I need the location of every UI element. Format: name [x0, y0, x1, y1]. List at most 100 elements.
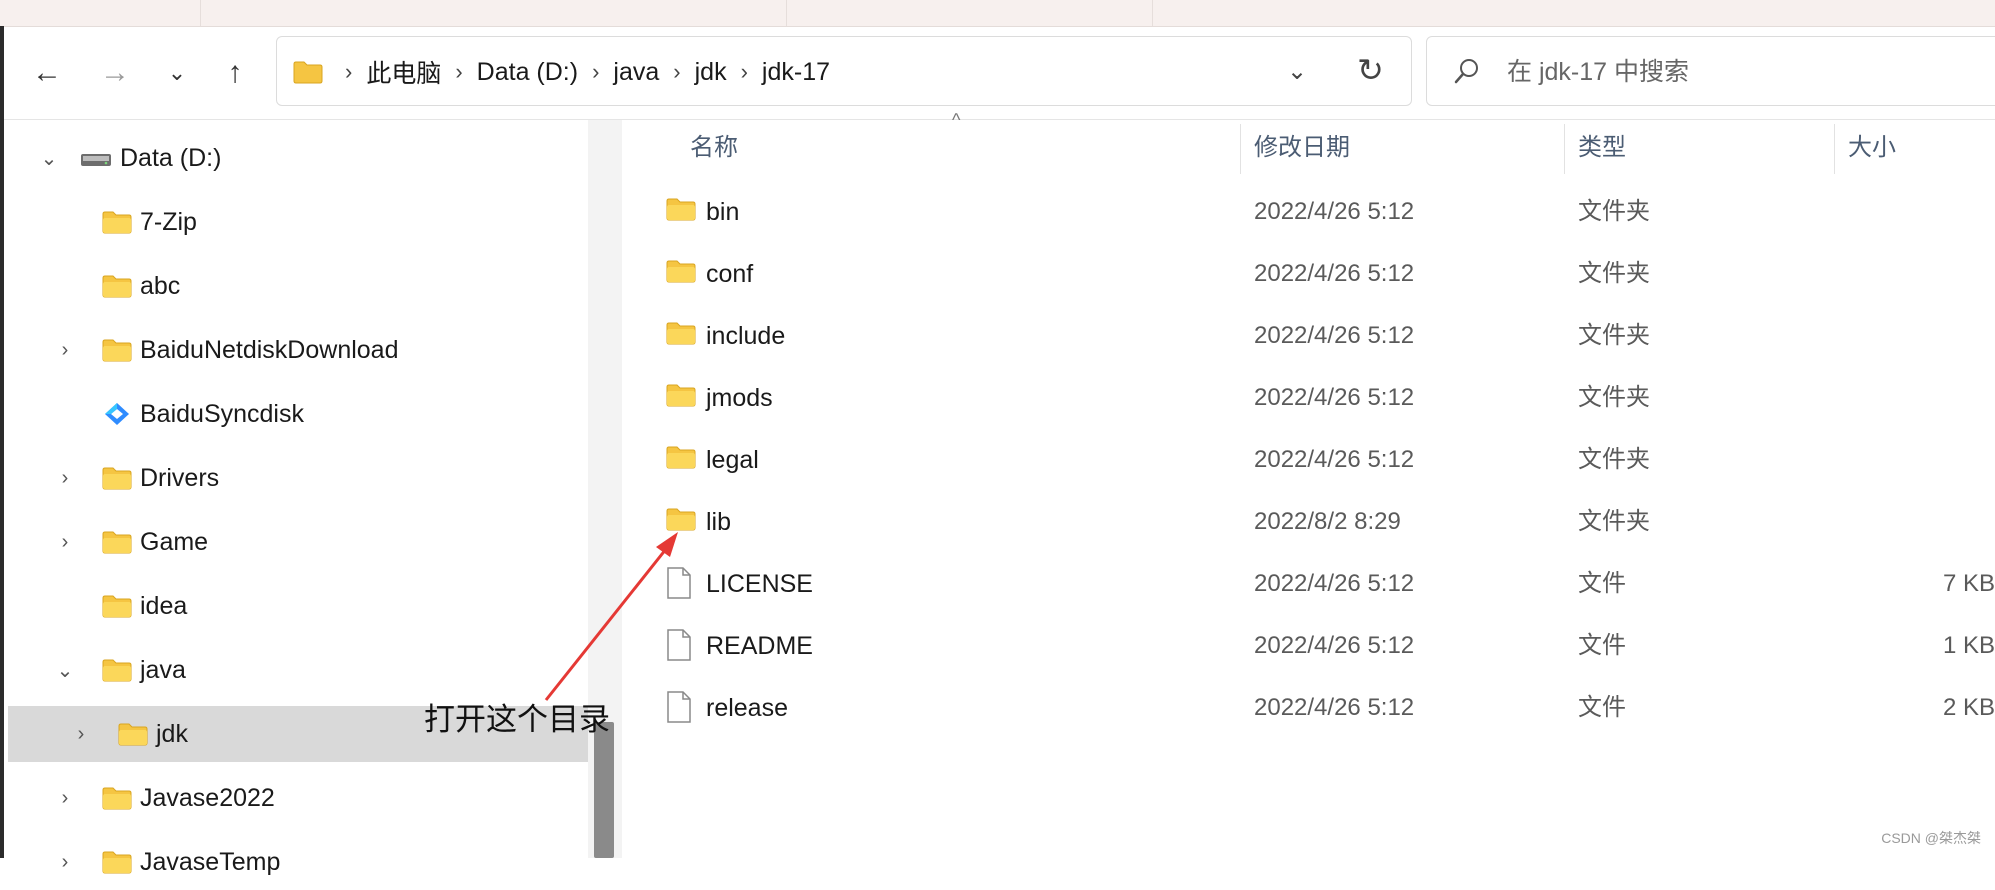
tree-item-7-zip[interactable]: 7-Zip [52, 194, 197, 250]
file-size [1912, 429, 1995, 491]
file-type: 文件夹 [1578, 508, 1650, 535]
breadcrumb: › 此电脑 › Data (D:) › java › jdk › jdk-17 [331, 37, 830, 107]
file-row-readme[interactable]: README 2022/4/26 5:12 文件 1 KB [622, 615, 1995, 677]
file-name: LICENSE [706, 570, 813, 598]
file-row-jmods[interactable]: jmods 2022/4/26 5:12 文件夹 [622, 367, 1995, 429]
breadcrumb-data-drive[interactable]: Data (D:) [477, 58, 578, 87]
chevron-right-icon[interactable]: › [52, 514, 78, 570]
file-icon [666, 629, 692, 666]
folder-icon [118, 722, 148, 746]
tree-item-baidusyncdisk[interactable]: BaiduSyncdisk [52, 386, 304, 442]
title-strip-segment [0, 0, 201, 26]
back-arrow-icon: ← [32, 56, 62, 89]
chevron-right-icon[interactable]: › [68, 706, 94, 762]
recent-locations-button[interactable]: ⌄ [154, 50, 200, 96]
tree-item-abc[interactable]: abc [52, 258, 180, 314]
tree-item-baidunetdiskdownload[interactable]: › BaiduNetdiskDownload [52, 322, 399, 378]
tree-item-javasetemp[interactable]: › JavaseTemp [52, 834, 281, 890]
refresh-icon[interactable]: ↻ [1357, 51, 1384, 89]
file-date: 2022/4/26 5:12 [1254, 570, 1415, 597]
search-box[interactable]: 在 jdk-17 中搜索 [1426, 36, 1995, 106]
folder-icon [666, 383, 696, 412]
column-header-size[interactable]: 大小 [1848, 120, 1896, 176]
tree-item-javase2022[interactable]: › Javase2022 [52, 770, 275, 826]
file-type: 文件夹 [1578, 198, 1650, 225]
folder-icon [102, 210, 132, 234]
breadcrumb-jdk-17[interactable]: jdk-17 [762, 58, 830, 87]
folder-icon [102, 850, 132, 874]
folder-icon [666, 445, 696, 474]
tree-item-game[interactable]: › Game [52, 514, 208, 570]
forward-arrow-icon: → [100, 56, 130, 89]
tree-item-label: Javase2022 [140, 783, 275, 812]
tree-item-label: JavaseTemp [140, 847, 281, 876]
file-row-include[interactable]: include 2022/4/26 5:12 文件夹 [622, 305, 1995, 367]
back-button[interactable]: ← [24, 50, 70, 96]
file-size: 2 KB [1942, 694, 1995, 721]
tree-item-drivers[interactable]: › Drivers [52, 450, 220, 506]
tree-item-java[interactable]: ⌄ java [52, 642, 186, 698]
title-strip-segment [786, 0, 1153, 26]
breadcrumb-java[interactable]: java [613, 58, 659, 87]
file-size: 7 KB [1942, 570, 1995, 597]
navigation-scrollbar-thumb[interactable] [594, 722, 614, 858]
file-row-release[interactable]: release 2022/4/26 5:12 文件 2 KB [622, 677, 1995, 739]
file-row-lib[interactable]: lib 2022/8/2 8:29 文件夹 [622, 491, 1995, 553]
search-input[interactable]: 在 jdk-17 中搜索 [1507, 37, 1689, 107]
file-name: release [706, 694, 788, 722]
folder-icon [102, 594, 132, 618]
folder-icon [102, 786, 132, 810]
file-type: 文件夹 [1578, 322, 1650, 349]
file-type: 文件夹 [1578, 446, 1650, 473]
up-arrow-icon: ↑ [227, 56, 243, 89]
file-name: bin [706, 198, 740, 226]
file-row-bin[interactable]: bin 2022/4/26 5:12 文件夹 [622, 181, 1995, 243]
chevron-down-icon[interactable]: ⌄ [36, 130, 62, 186]
file-row-license[interactable]: LICENSE 2022/4/26 5:12 文件 7 KB [622, 553, 1995, 615]
up-button[interactable]: ↑ [212, 50, 258, 96]
file-size [1912, 243, 1995, 305]
file-row-legal[interactable]: legal 2022/4/26 5:12 文件夹 [622, 429, 1995, 491]
chevron-right-icon[interactable]: › [52, 770, 78, 826]
search-icon [1453, 57, 1481, 90]
file-date: 2022/4/26 5:12 [1254, 260, 1415, 287]
chevron-right-icon[interactable]: › [52, 450, 78, 506]
file-row-conf[interactable]: conf 2022/4/26 5:12 文件夹 [622, 243, 1995, 305]
chevron-right-icon[interactable]: › [592, 59, 599, 85]
chevron-right-icon[interactable]: › [455, 59, 462, 85]
address-bar[interactable]: › 此电脑 › Data (D:) › java › jdk › jdk-17 … [276, 36, 1412, 106]
tree-item-data-d[interactable]: ⌄ Data (D:) [36, 130, 222, 186]
folder-icon [666, 259, 696, 288]
file-size [1912, 181, 1995, 243]
file-size: 1 KB [1942, 632, 1995, 659]
tree-item-label: Data (D:) [120, 143, 222, 172]
folder-icon [102, 530, 132, 554]
column-header-date[interactable]: 修改日期 [1254, 120, 1350, 176]
column-separator[interactable] [1564, 124, 1565, 174]
column-header-type[interactable]: 类型 [1578, 120, 1626, 176]
breadcrumb-jdk[interactable]: jdk [695, 58, 727, 87]
chevron-right-icon[interactable]: › [741, 59, 748, 85]
file-type: 文件 [1578, 570, 1626, 597]
file-date: 2022/8/2 8:29 [1254, 508, 1401, 535]
file-type: 文件 [1578, 632, 1626, 659]
column-separator[interactable] [1240, 124, 1241, 174]
file-size [1912, 305, 1995, 367]
file-date: 2022/4/26 5:12 [1254, 322, 1415, 349]
column-separator[interactable] [1834, 124, 1835, 174]
column-header-name[interactable]: 名称 [690, 120, 738, 176]
forward-button[interactable]: → [92, 50, 138, 96]
title-strip [0, 0, 1995, 27]
chevron-right-icon[interactable]: › [52, 322, 78, 378]
breadcrumb-this-pc[interactable]: 此电脑 [366, 54, 441, 90]
file-icon [666, 567, 692, 604]
chevron-right-icon[interactable]: › [673, 59, 680, 85]
tree-item-idea[interactable]: idea [52, 578, 187, 634]
chevron-right-icon[interactable]: › [52, 834, 78, 890]
address-history-dropdown[interactable]: ⌄ [1287, 57, 1307, 86]
file-name: lib [706, 508, 732, 536]
chevron-down-icon[interactable]: ⌄ [52, 642, 78, 698]
